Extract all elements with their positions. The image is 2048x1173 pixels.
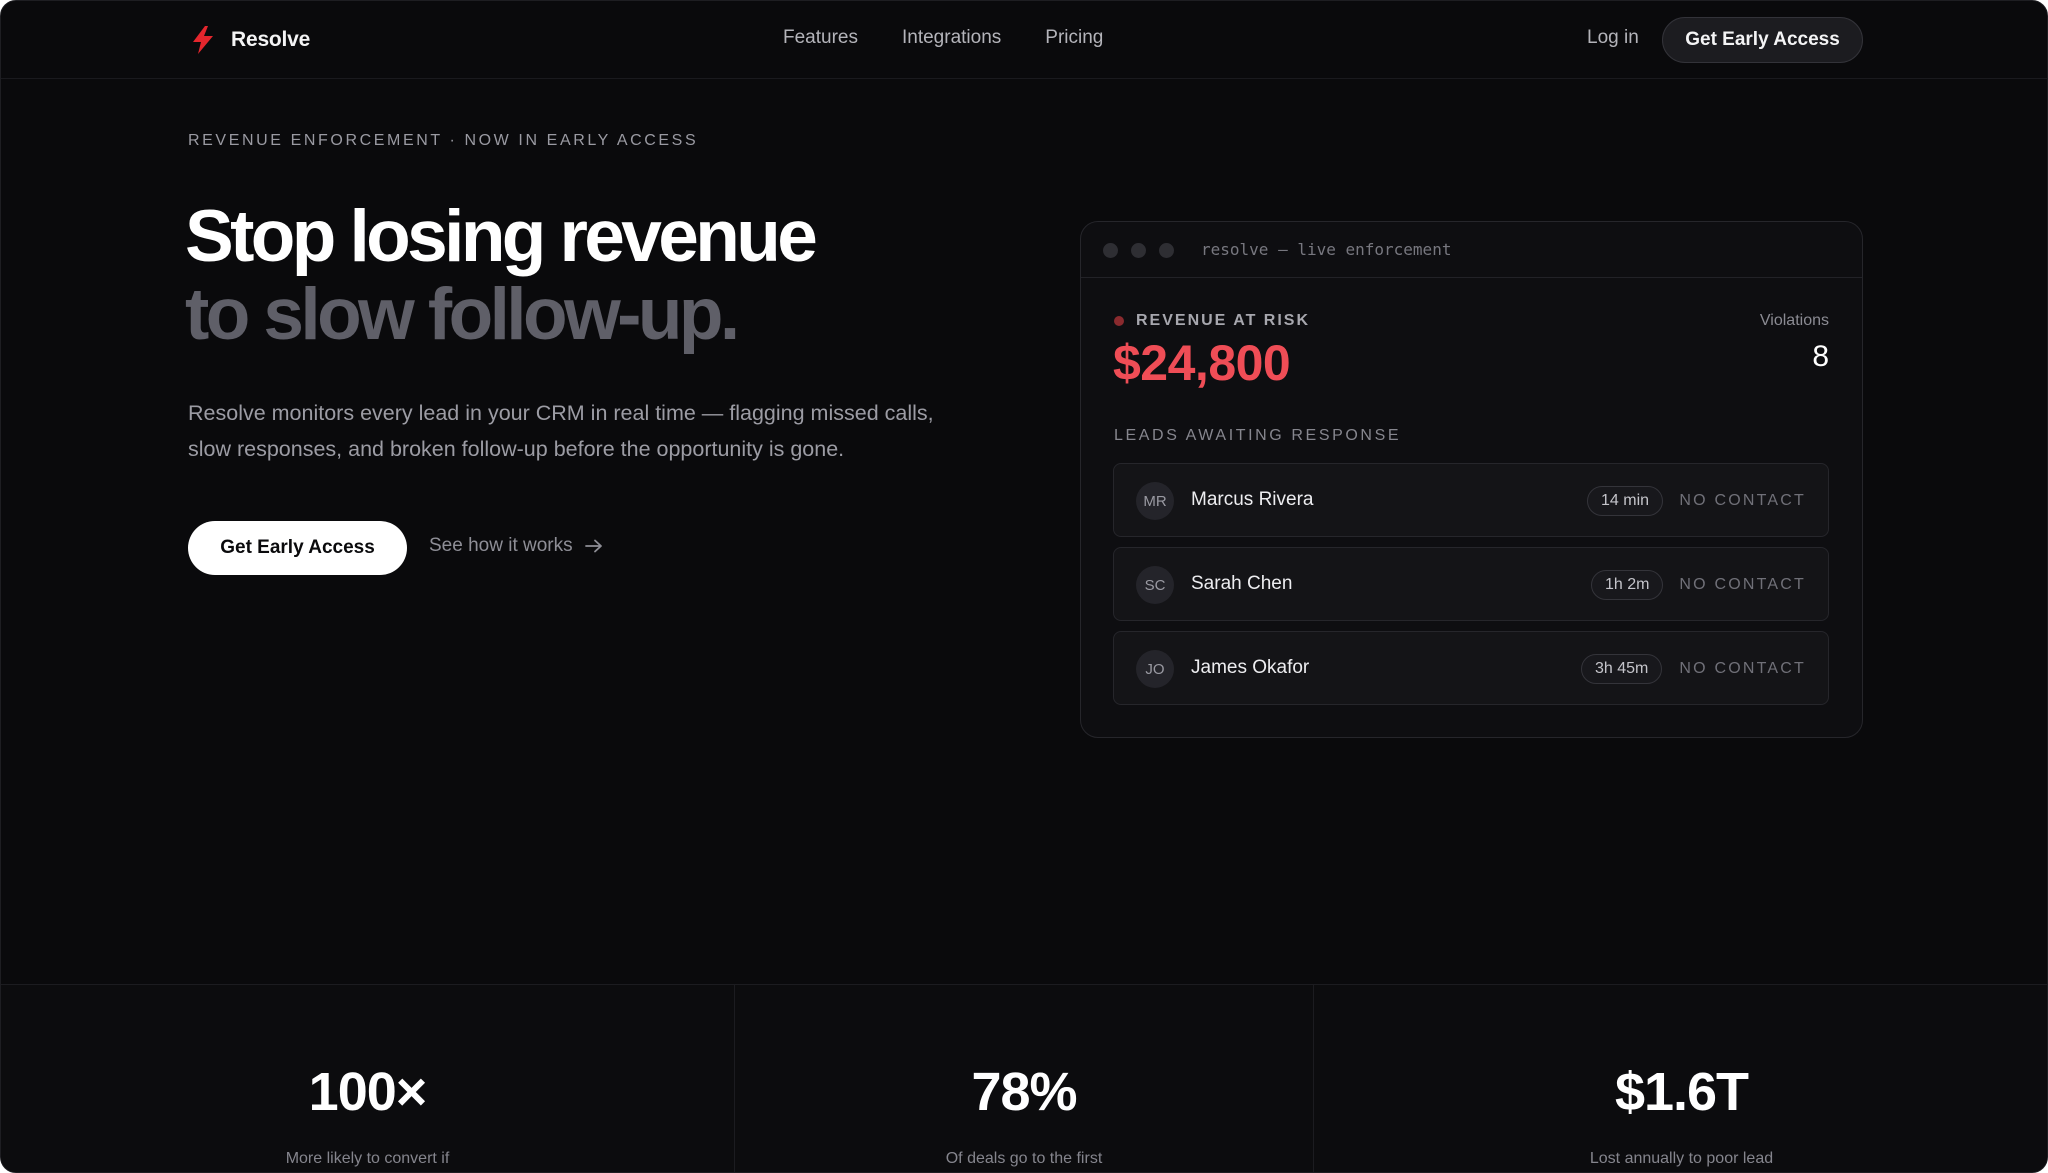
brand-name: Resolve xyxy=(231,28,311,51)
avatar: MR xyxy=(1136,482,1174,520)
window-dot-icon xyxy=(1103,243,1118,258)
stat-block: 100× More likely to convert if xyxy=(1,985,734,1172)
violations-label: Violations xyxy=(1759,312,1829,329)
stat-value: 78% xyxy=(971,1062,1077,1122)
nav-link-pricing[interactable]: Pricing xyxy=(1045,27,1103,49)
leads-list: MR Marcus Rivera 14 min NO CONTACT SC Sa… xyxy=(1113,463,1829,715)
stat-caption: Of deals go to the first xyxy=(945,1150,1103,1167)
nav-links: Features Integrations Pricing xyxy=(783,27,1103,49)
window-dot-icon xyxy=(1131,243,1146,258)
stats-strip: 100× More likely to convert if 78% Of de… xyxy=(1,984,2047,1172)
stat-value: $1.6T xyxy=(1614,1062,1749,1122)
lightning-bolt-icon xyxy=(193,26,213,54)
hero-description: Resolve monitors every lead in your CRM … xyxy=(188,401,934,461)
lead-name: Sarah Chen xyxy=(1191,573,1293,594)
stat-block: 78% Of deals go to the first xyxy=(734,985,1314,1172)
nav-get-early-access-button[interactable]: Get Early Access xyxy=(1662,17,1863,63)
login-link[interactable]: Log in xyxy=(1587,27,1639,49)
lead-name: James Okafor xyxy=(1191,657,1310,678)
lead-row[interactable]: JO James Okafor 3h 45m NO CONTACT xyxy=(1113,631,1829,705)
headline-line-2: to slow follow-up. xyxy=(185,274,740,355)
leads-heading: LEADS AWAITING RESPONSE xyxy=(1114,427,1402,444)
live-enforcement-panel: resolve — live enforcement REVENUE AT RI… xyxy=(1080,221,1863,738)
stat-block: $1.6T Lost annually to poor lead xyxy=(1314,985,2047,1172)
violations-count: 8 xyxy=(1812,340,1829,373)
panel-title-bar: resolve — live enforcement xyxy=(1081,222,1862,278)
headline-line-1: Stop losing revenue xyxy=(185,196,818,277)
hero-headline: Stop losing revenue to slow follow-up. xyxy=(185,196,818,355)
top-nav: Resolve Features Integrations Pricing Lo… xyxy=(1,1,2047,79)
hero-get-early-access-button[interactable]: Get Early Access xyxy=(188,521,407,575)
page-frame: Resolve Features Integrations Pricing Lo… xyxy=(0,0,2048,1173)
lead-status: NO CONTACT xyxy=(1679,660,1806,677)
revenue-at-risk-text: REVENUE AT RISK xyxy=(1136,312,1311,329)
arrow-right-icon xyxy=(584,539,602,553)
revenue-at-risk-label: REVENUE AT RISK xyxy=(1114,312,1310,330)
lead-status: NO CONTACT xyxy=(1679,576,1806,593)
brand[interactable]: Resolve xyxy=(189,23,310,57)
avatar: SC xyxy=(1136,566,1174,604)
lead-name: Marcus Rivera xyxy=(1191,489,1314,510)
lead-wait-time-badge: 1h 2m xyxy=(1591,570,1664,600)
stat-value: 100× xyxy=(308,1062,428,1122)
status-dot-icon xyxy=(1114,316,1124,326)
hero-eyebrow: REVENUE ENFORCEMENT · NOW IN EARLY ACCES… xyxy=(188,132,699,149)
see-how-it-works-link[interactable]: See how it works xyxy=(429,535,603,557)
avatar: JO xyxy=(1136,650,1174,688)
panel-title: resolve — live enforcement xyxy=(1201,240,1452,259)
lead-status: NO CONTACT xyxy=(1679,492,1806,509)
lead-row[interactable]: MR Marcus Rivera 14 min NO CONTACT xyxy=(1113,463,1829,537)
see-how-it-works-label: See how it works xyxy=(429,535,573,556)
lead-row[interactable]: SC Sarah Chen 1h 2m NO CONTACT xyxy=(1113,547,1829,621)
nav-link-integrations[interactable]: Integrations xyxy=(902,27,1001,49)
lead-wait-time-badge: 14 min xyxy=(1587,486,1664,516)
stat-caption: Lost annually to poor lead xyxy=(1589,1150,1774,1167)
revenue-at-risk-amount: $24,800 xyxy=(1113,335,1291,391)
nav-link-features[interactable]: Features xyxy=(783,27,858,49)
stat-caption: More likely to convert if xyxy=(285,1150,450,1167)
lead-wait-time-badge: 3h 45m xyxy=(1581,654,1663,684)
window-dot-icon xyxy=(1159,243,1174,258)
